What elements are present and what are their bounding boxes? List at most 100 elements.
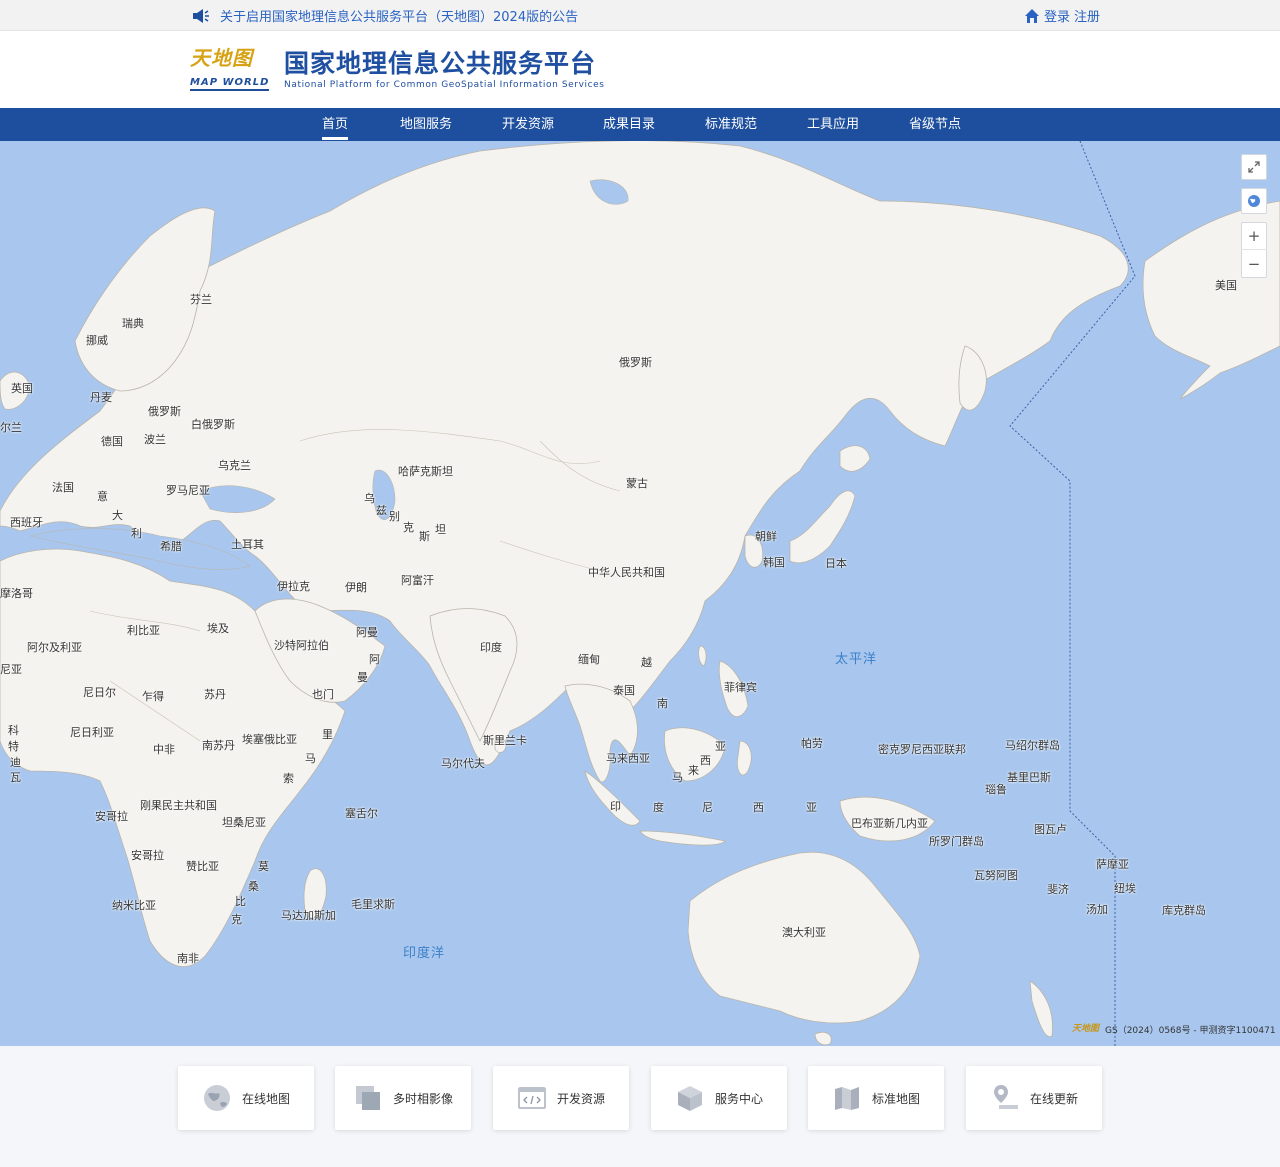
country-label: 桑 — [248, 880, 259, 893]
country-label: 泰国 — [613, 684, 635, 697]
country-label: 乍得 — [142, 690, 164, 703]
country-label: 克 — [231, 913, 242, 926]
nav-home[interactable]: 首页 — [322, 108, 349, 141]
country-label: 安哥拉 — [131, 849, 164, 862]
country-label: 中非 — [153, 743, 175, 756]
country-label: 埃塞俄比亚 — [242, 733, 297, 746]
card-label: 多时相影像 — [392, 1091, 453, 1106]
country-label: 挪威 — [86, 334, 108, 347]
globe-icon — [202, 1083, 232, 1113]
country-label: 瑙鲁 — [985, 783, 1007, 796]
country-label: 阿 — [369, 653, 380, 666]
nav-map-services[interactable]: 地图服务 — [400, 108, 452, 141]
country-label: 曼 — [357, 671, 368, 684]
country-label: 西 — [700, 754, 711, 767]
country-label: 毛里求斯 — [351, 898, 395, 911]
country-label: 乌 — [364, 492, 375, 505]
fullscreen-button[interactable] — [1241, 154, 1267, 180]
country-label: 意 — [97, 490, 108, 503]
country-label: 纽埃 — [1114, 882, 1136, 895]
country-label: 纳米比亚 — [112, 899, 156, 912]
online-update-card[interactable]: 在线更新 — [966, 1066, 1102, 1130]
country-label: 尔兰 — [0, 421, 22, 434]
page: { "notice": {"text": "关于启用国家地理信息公共服务平台（天… — [0, 0, 1280, 1167]
shortcut-bar: 在线地图 多时相影像 开发资源 服务中心 标准地图 在线更新 — [0, 1046, 1280, 1167]
country-label: 库克群岛 — [1162, 904, 1206, 917]
country-label: 萨摩亚 — [1096, 858, 1129, 871]
nav-standards[interactable]: 标准规范 — [705, 108, 757, 141]
country-label: 丹麦 — [90, 391, 112, 404]
country-label: 莫 — [258, 860, 269, 873]
nav-dev-resources[interactable]: 开发资源 — [502, 108, 554, 141]
country-label: 基里巴斯 — [1007, 771, 1051, 784]
site-subtitle: National Platform for Common GeoSpatial … — [284, 80, 605, 90]
country-label: 安哥拉 — [95, 810, 128, 823]
country-label: 哈萨克斯坦 — [398, 465, 453, 478]
country-label: 里 — [322, 728, 333, 741]
country-label: 大 — [112, 509, 123, 522]
ocean-label: 印度洋 — [403, 946, 446, 961]
country-label: 英国 — [11, 382, 33, 395]
zoom-control: + − — [1241, 222, 1267, 278]
country-label: 韩国 — [763, 556, 785, 569]
country-label: 亚 — [715, 740, 726, 753]
cube-icon — [675, 1083, 705, 1113]
world-map[interactable]: 太平洋 印度洋 美国 俄罗斯 芬兰 瑞典 挪威 英国 丹麦 尔兰 俄罗斯 白俄罗… — [0, 141, 1280, 1046]
service-center-card[interactable]: 服务中心 — [651, 1066, 787, 1130]
country-label: 坦 — [435, 523, 446, 536]
card-label: 开发资源 — [556, 1091, 605, 1106]
country-label: 帕劳 — [801, 737, 823, 750]
home-icon — [1025, 8, 1039, 23]
country-label: 美国 — [1215, 279, 1237, 292]
country-label: 越 — [641, 656, 652, 669]
announcement-link[interactable]: 关于启用国家地理信息公共服务平台（天地图）2024版的公告 — [192, 6, 578, 25]
country-label: 尼日利亚 — [70, 726, 114, 739]
multi-temporal-imagery-card[interactable]: 多时相影像 — [335, 1066, 471, 1130]
country-label: 芬兰 — [190, 293, 212, 306]
online-map-card[interactable]: 在线地图 — [178, 1066, 314, 1130]
dev-resources-card[interactable]: 开发资源 — [493, 1066, 629, 1130]
credit-logo: 天地图 — [1072, 1024, 1100, 1034]
nav-provincial-nodes[interactable]: 省级节点 — [909, 108, 961, 141]
card-label: 服务中心 — [714, 1091, 763, 1106]
layer-switch-button[interactable] — [1241, 188, 1267, 214]
country-label: 迪 — [10, 756, 21, 769]
country-label: 所罗门群岛 — [929, 835, 984, 848]
zoom-in-button[interactable]: + — [1241, 223, 1267, 250]
country-label: 缅甸 — [578, 653, 600, 666]
auth-links: 登录 注册 — [1024, 6, 1100, 25]
nav-tools[interactable]: 工具应用 — [807, 108, 859, 141]
country-label: 尼亚 — [0, 663, 22, 676]
country-label: 尼日尔 — [83, 686, 116, 699]
register-link[interactable]: 注册 — [1074, 6, 1100, 25]
country-label: 马达加斯加 — [281, 909, 336, 922]
login-link[interactable]: 登录 — [1044, 6, 1070, 25]
map-pin-icon — [990, 1083, 1020, 1113]
country-label: 南苏丹 — [202, 739, 235, 752]
country-label: 也门 — [312, 688, 334, 701]
country-label: 印度 — [480, 641, 502, 654]
country-label: 蒙古 — [626, 477, 648, 490]
ocean-label: 太平洋 — [835, 652, 878, 667]
logo-chinese: 天地图 — [190, 46, 253, 70]
country-label: 尼 — [702, 801, 713, 814]
zoom-out-button[interactable]: − — [1241, 250, 1267, 277]
country-label: 兹 — [376, 504, 387, 517]
site-brand: 国家地理信息公共服务平台 National Platform for Commo… — [284, 49, 605, 91]
speaker-icon — [193, 8, 209, 23]
country-label: 印 — [610, 800, 621, 813]
main-nav: 首页 地图服务 开发资源 成果目录 标准规范 工具应用 省级节点 — [0, 108, 1280, 141]
country-label: 苏丹 — [204, 688, 226, 701]
nav-catalog[interactable]: 成果目录 — [603, 108, 655, 141]
country-label: 阿曼 — [356, 626, 378, 639]
country-label: 瓦 — [10, 771, 21, 784]
country-label: 刚果民主共和国 — [140, 799, 217, 812]
announcement-text: 关于启用国家地理信息公共服务平台（天地图）2024版的公告 — [220, 10, 579, 25]
country-label: 瑞典 — [122, 317, 144, 330]
standard-map-card[interactable]: 标准地图 — [808, 1066, 944, 1130]
globe-icon — [1248, 195, 1260, 207]
country-label: 伊拉克 — [277, 580, 310, 593]
country-label: 乌克兰 — [218, 459, 251, 472]
tianditu-logo[interactable]: 天地图 MAP WORLD — [190, 46, 270, 92]
country-label: 塞舌尔 — [345, 807, 378, 820]
